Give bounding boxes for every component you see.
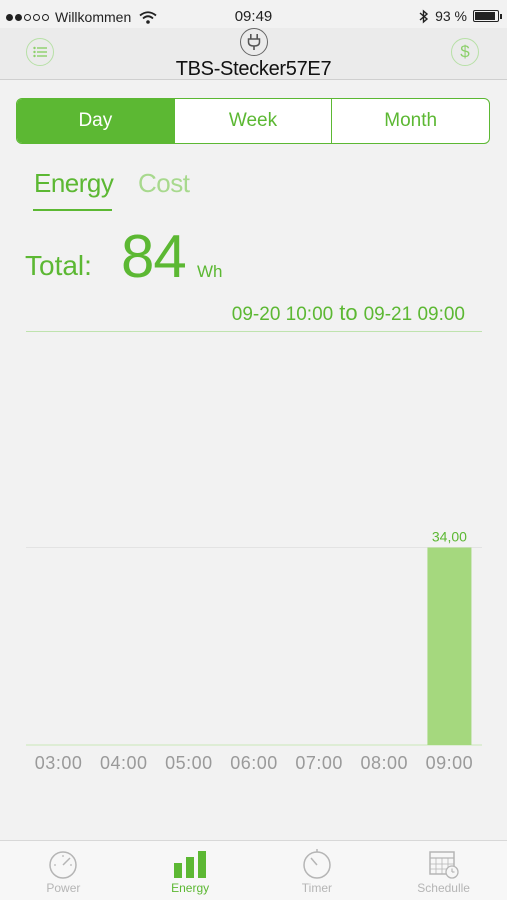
period-segmented-control: Day Week Month [16,98,490,144]
range-divider [26,331,482,332]
range-to: 09-21 09:00 [363,304,465,325]
total-value: 84 [121,223,187,290]
gauge-icon [46,847,80,881]
battery-icon [473,10,502,22]
tab-power-label: Power [46,881,81,895]
status-right: 93 % [419,8,502,24]
chart-x-tick-label: 07:00 [295,753,343,773]
tab-energy-label: Energy [171,881,210,895]
bluetooth-icon [419,8,429,24]
tab-power[interactable]: Power [0,841,127,900]
tab-schedule-label: Schedulle [417,881,470,895]
device-title: TBS-Stecker57E7 [175,58,332,80]
calendar-icon [427,847,461,881]
chart-x-tick-label: 09:00 [426,753,474,773]
timer-icon [300,847,334,881]
chart-x-tick-label: 03:00 [35,753,83,773]
plug-icon [240,28,268,56]
segment-day[interactable]: Day [17,99,175,143]
subtab-underline [33,209,112,211]
tab-bar: Power Energy Timer Schedulle [0,840,507,900]
total-label: Total: [25,250,92,281]
chart-bar [427,547,472,745]
nav-bar: $ TBS-Stecker57E7 [0,28,507,80]
tab-timer-label: Timer [301,881,332,895]
subtab-cost[interactable]: Cost [138,168,190,199]
subtab-energy[interactable]: Energy [34,168,114,199]
segment-month[interactable]: Month [332,99,489,143]
tab-energy[interactable]: Energy [127,841,254,900]
date-range: 09-20 10:00 to 09-21 09:00 [232,300,465,326]
bar-chart-icon [173,847,207,881]
chart-x-tick-label: 08:00 [361,753,409,773]
range-to-word: to [339,300,358,325]
chart-x-tick-label: 06:00 [230,753,278,773]
tab-schedule[interactable]: Schedulle [380,841,507,900]
chart-x-tick-label: 05:00 [165,753,213,773]
chart-x-tick-label: 04:00 [100,753,148,773]
tab-timer[interactable]: Timer [254,841,381,900]
battery-percent: 93 % [435,8,467,24]
chart-value-label: 34,00 [432,529,467,545]
segment-week[interactable]: Week [175,99,333,143]
total-unit: Wh [197,262,223,281]
range-from: 09-20 10:00 [231,304,334,325]
